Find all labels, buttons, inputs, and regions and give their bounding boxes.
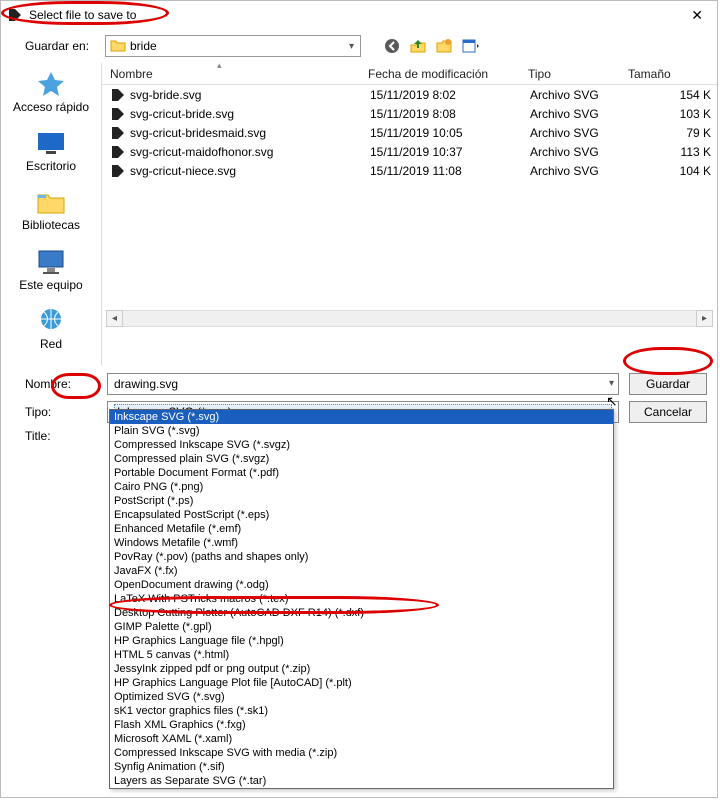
filetype-option[interactable]: Windows Metafile (*.wmf) [110,536,613,550]
file-size: 103 K [630,107,717,121]
scroll-right-icon[interactable]: ▸ [696,310,713,327]
file-size: 79 K [630,126,717,140]
places-bar: Acceso rápido Escritorio Bibliotecas Est… [1,63,101,365]
table-row[interactable]: svg-cricut-bride.svg15/11/2019 8:08Archi… [102,104,717,123]
back-icon[interactable] [383,37,401,55]
table-row[interactable]: svg-bride.svg15/11/2019 8:02Archivo SVG1… [102,85,717,104]
table-row[interactable]: svg-cricut-maidofhonor.svg15/11/2019 10:… [102,142,717,161]
file-type: Archivo SVG [530,164,630,178]
file-date: 15/11/2019 8:02 [370,88,530,102]
filetype-option[interactable]: Microsoft XAML (*.xaml) [110,732,613,746]
filetype-option[interactable]: JavaFX (*.fx) [110,564,613,578]
chevron-down-icon: ▾ [609,378,614,389]
place-desktop[interactable]: Escritorio [1,128,101,173]
folder-name: bride [130,39,347,53]
filetype-option[interactable]: OpenDocument drawing (*.odg) [110,578,613,592]
file-size: 154 K [630,88,717,102]
folder-icon [110,38,126,54]
filetype-option[interactable]: HP Graphics Language file (*.hpgl) [110,634,613,648]
close-button[interactable]: ✕ [683,7,711,24]
filetype-option[interactable]: Compressed Inkscape SVG with media (*.zi… [110,746,613,760]
filetype-option[interactable]: Flash XML Graphics (*.fxg) [110,718,613,732]
file-icon [110,87,126,103]
window-title: Select file to save to [29,8,683,22]
file-type: Archivo SVG [530,145,630,159]
filetype-option[interactable]: LaTeX With PSTricks macros (*.tex) [110,592,613,606]
save-dialog: Select file to save to ✕ Guardar en: bri… [0,0,718,798]
file-icon [110,144,126,160]
chevron-down-icon: ▾ [347,41,356,52]
file-icon [110,163,126,179]
file-date: 15/11/2019 10:37 [370,145,530,159]
filetype-option[interactable]: Portable Document Format (*.pdf) [110,466,613,480]
filename-value: drawing.svg [114,377,178,391]
file-type: Archivo SVG [530,126,630,140]
file-size: 104 K [630,164,717,178]
file-name: svg-bride.svg [130,88,370,102]
file-type: Archivo SVG [530,107,630,121]
filetype-option[interactable]: Desktop Cutting Plotter (AutoCAD DXF R14… [110,606,613,620]
file-rows: svg-bride.svg15/11/2019 8:02Archivo SVG1… [102,85,717,180]
filetype-option[interactable]: PostScript (*.ps) [110,494,613,508]
filetype-option[interactable]: Plain SVG (*.svg) [110,424,613,438]
filetype-option[interactable]: HTML 5 canvas (*.html) [110,648,613,662]
save-button[interactable]: Guardar [629,373,707,395]
filetype-option[interactable]: Compressed plain SVG (*.svgz) [110,452,613,466]
sort-indicator-icon: ▴ [217,60,222,71]
filetype-option[interactable]: HP Graphics Language Plot file [AutoCAD]… [110,676,613,690]
file-type: Archivo SVG [530,88,630,102]
up-icon[interactable] [409,37,427,55]
col-date[interactable]: Fecha de modificación [360,67,520,81]
tipo-label: Tipo: [25,405,97,419]
file-list-pane: Nombre ▴ Fecha de modificación Tipo Tama… [101,63,717,365]
filetype-option[interactable]: Encapsulated PostScript (*.eps) [110,508,613,522]
app-icon [7,7,23,23]
filetype-option[interactable]: Enhanced Metafile (*.emf) [110,522,613,536]
col-type[interactable]: Tipo [520,67,620,81]
title-label: Title: [25,429,97,443]
new-folder-icon[interactable] [435,37,453,55]
file-icon [110,125,126,141]
file-name: svg-cricut-bridesmaid.svg [130,126,370,140]
place-this-pc[interactable]: Este equipo [1,247,101,292]
col-name[interactable]: Nombre [102,67,360,81]
horizontal-scrollbar[interactable]: ◂ ▸ [106,310,713,327]
file-icon [110,106,126,122]
titlebar: Select file to save to ✕ [1,1,717,29]
toolbar: Guardar en: bride ▾ [1,29,717,63]
filetype-option[interactable]: sK1 vector graphics files (*.sk1) [110,704,613,718]
filetype-option[interactable]: Compressed Inkscape SVG (*.svgz) [110,438,613,452]
col-size[interactable]: Tamaño [620,67,717,81]
view-menu-icon[interactable] [461,37,479,55]
file-date: 15/11/2019 10:05 [370,126,530,140]
filetype-dropdown-list[interactable]: Inkscape SVG (*.svg)Plain SVG (*.svg)Com… [109,409,614,789]
file-name: svg-cricut-maidofhonor.svg [130,145,370,159]
filetype-option[interactable]: JessyInk zipped pdf or png output (*.zip… [110,662,613,676]
filetype-option[interactable]: Optimized SVG (*.svg) [110,690,613,704]
filetype-option[interactable]: Synfig Animation (*.sif) [110,760,613,774]
folder-combo[interactable]: bride ▾ [105,35,361,57]
place-quick-access[interactable]: Acceso rápido [1,69,101,114]
filetype-option[interactable]: PovRay (*.pov) (paths and shapes only) [110,550,613,564]
place-libraries[interactable]: Bibliotecas [1,187,101,232]
file-date: 15/11/2019 11:08 [370,164,530,178]
file-name: svg-cricut-niece.svg [130,164,370,178]
place-network[interactable]: Red [1,306,101,351]
filename-input[interactable]: drawing.svg ▾ [107,373,619,395]
filetype-option[interactable]: Layers as Separate SVG (*.tar) [110,774,613,788]
cancel-button[interactable]: Cancelar [629,401,707,423]
scroll-left-icon[interactable]: ◂ [106,310,123,327]
filetype-option[interactable]: Inkscape SVG (*.svg) [110,410,613,424]
file-name: svg-cricut-bride.svg [130,107,370,121]
filetype-option[interactable]: GIMP Palette (*.gpl) [110,620,613,634]
column-headers[interactable]: Nombre ▴ Fecha de modificación Tipo Tama… [102,63,717,85]
scroll-track[interactable] [123,310,696,327]
filetype-option[interactable]: Cairo PNG (*.png) [110,480,613,494]
nombre-label: Nombre: [25,377,97,391]
guardar-en-label: Guardar en: [25,39,97,53]
file-size: 113 K [630,145,717,159]
table-row[interactable]: svg-cricut-niece.svg15/11/2019 11:08Arch… [102,161,717,180]
table-row[interactable]: svg-cricut-bridesmaid.svg15/11/2019 10:0… [102,123,717,142]
file-date: 15/11/2019 8:08 [370,107,530,121]
